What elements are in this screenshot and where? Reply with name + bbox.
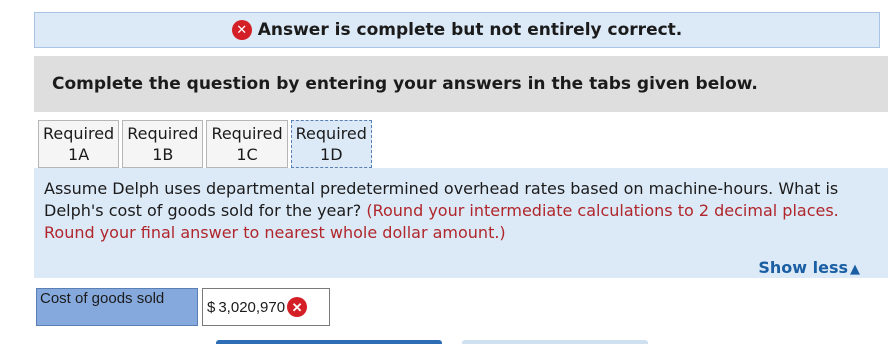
- show-less-label: Show less: [758, 258, 848, 277]
- tab-label-line1: Required: [43, 124, 115, 143]
- tab-label-line2: 1A: [68, 145, 90, 164]
- incorrect-x-icon: ✕: [287, 297, 308, 317]
- answer-label: Cost of goods sold: [36, 288, 198, 326]
- tab-label-line1: Required: [127, 124, 199, 143]
- prev-button-edge[interactable]: [216, 340, 442, 344]
- tab-label-line1: Required: [211, 124, 283, 143]
- instruction-box: Complete the question by entering your a…: [34, 56, 888, 112]
- error-x-icon: ✕: [231, 20, 252, 40]
- tab-required-1b[interactable]: Required 1B: [122, 120, 204, 168]
- tab-label-line2: 1C: [236, 145, 258, 164]
- tab-label-line2: 1B: [152, 145, 174, 164]
- instruction-text: Complete the question by entering your a…: [52, 74, 758, 94]
- answer-row: Cost of goods sold $ 3,020,970 ✕: [36, 288, 330, 326]
- feedback-banner-text: Answer is complete but not entirely corr…: [257, 20, 683, 40]
- tab-label-line1: Required: [295, 124, 367, 143]
- currency-symbol: $: [207, 298, 216, 316]
- answer-value: 3,020,970: [218, 298, 286, 316]
- tab-required-1a[interactable]: Required 1A: [38, 120, 120, 168]
- answer-input[interactable]: $ 3,020,970 ✕: [202, 288, 330, 326]
- triangle-up-icon: ▲: [850, 262, 860, 277]
- show-less-link[interactable]: Show less ▲: [758, 258, 860, 277]
- assignment-feedback-view: ✕ Answer is complete but not entirely co…: [0, 0, 894, 344]
- question-panel: Assume Delph uses departmental predeterm…: [34, 168, 888, 278]
- tab-required-1d[interactable]: Required 1D: [290, 120, 372, 168]
- tab-label-line2: 1D: [320, 145, 343, 164]
- question-text-block: Assume Delph uses departmental predeterm…: [44, 178, 878, 244]
- requirement-tabs: Required 1A Required 1B Required 1C Requ…: [38, 120, 375, 168]
- next-button-edge[interactable]: [462, 340, 648, 344]
- tab-required-1c[interactable]: Required 1C: [206, 120, 288, 168]
- feedback-banner: ✕ Answer is complete but not entirely co…: [34, 12, 880, 48]
